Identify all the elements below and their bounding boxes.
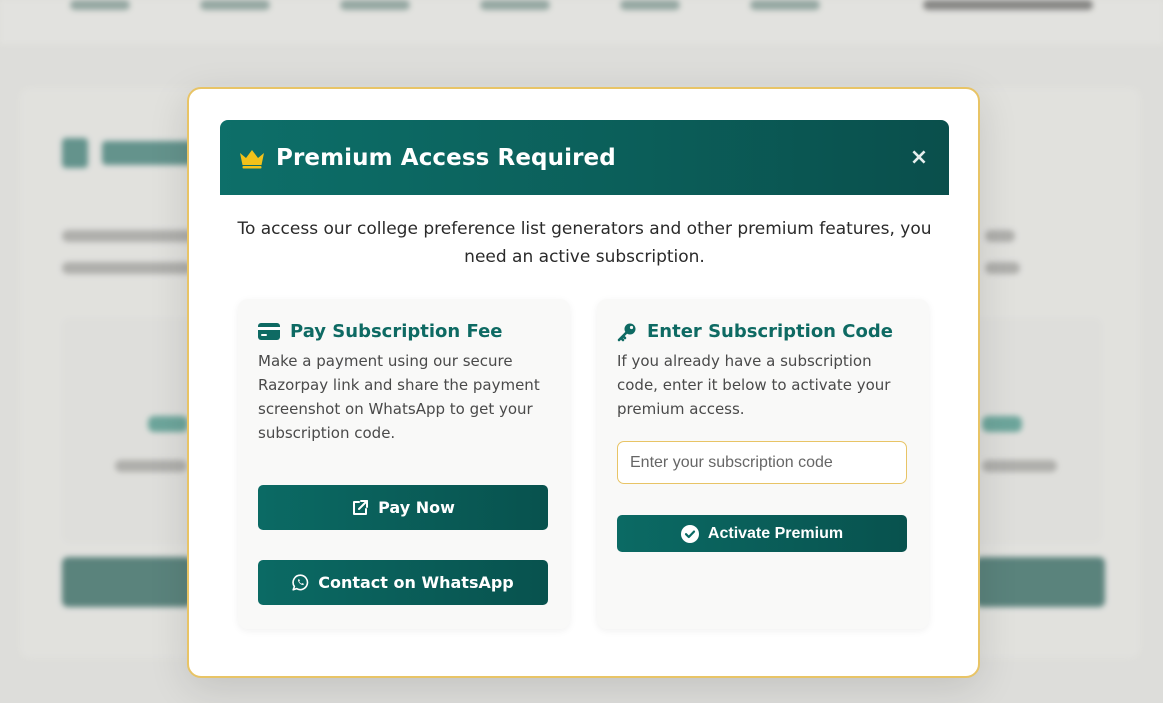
modal-header: Premium Access Required × [220, 120, 949, 195]
modal-title: Premium Access Required [276, 144, 616, 171]
crown-icon [240, 149, 264, 168]
code-card-text: If you already have a subscription code,… [617, 352, 891, 418]
code-card-title: Enter Subscription Code [647, 321, 893, 342]
subscription-code-input[interactable] [617, 441, 907, 484]
pay-now-button[interactable]: Pay Now [258, 485, 548, 530]
key-icon [617, 323, 636, 341]
whatsapp-icon [292, 574, 309, 591]
subscription-code-card: Enter Subscription Code If you already h… [597, 299, 929, 629]
pay-now-label: Pay Now [378, 498, 455, 517]
activate-premium-label: Activate Premium [707, 524, 844, 542]
contact-whatsapp-button[interactable]: Contact on WhatsApp [258, 560, 548, 605]
contact-whatsapp-label: Contact on WhatsApp [318, 573, 514, 592]
pay-card-heading: Pay Subscription Fee [258, 321, 502, 342]
external-link-icon [353, 499, 369, 515]
pay-subscription-card: Pay Subscription Fee Make a payment usin… [238, 299, 570, 629]
code-card-heading: Enter Subscription Code [617, 321, 893, 342]
pay-card-title: Pay Subscription Fee [290, 321, 503, 342]
activate-premium-button[interactable]: Activate Premium [617, 515, 907, 552]
credit-card-icon [258, 323, 280, 340]
premium-modal: Premium Access Required × To access our … [187, 87, 980, 678]
pay-card-text: Make a payment using our secure Razorpay… [258, 352, 540, 442]
close-icon[interactable]: × [907, 145, 931, 170]
check-circle-icon [680, 524, 699, 543]
modal-description: To access our college preference list ge… [237, 219, 932, 267]
